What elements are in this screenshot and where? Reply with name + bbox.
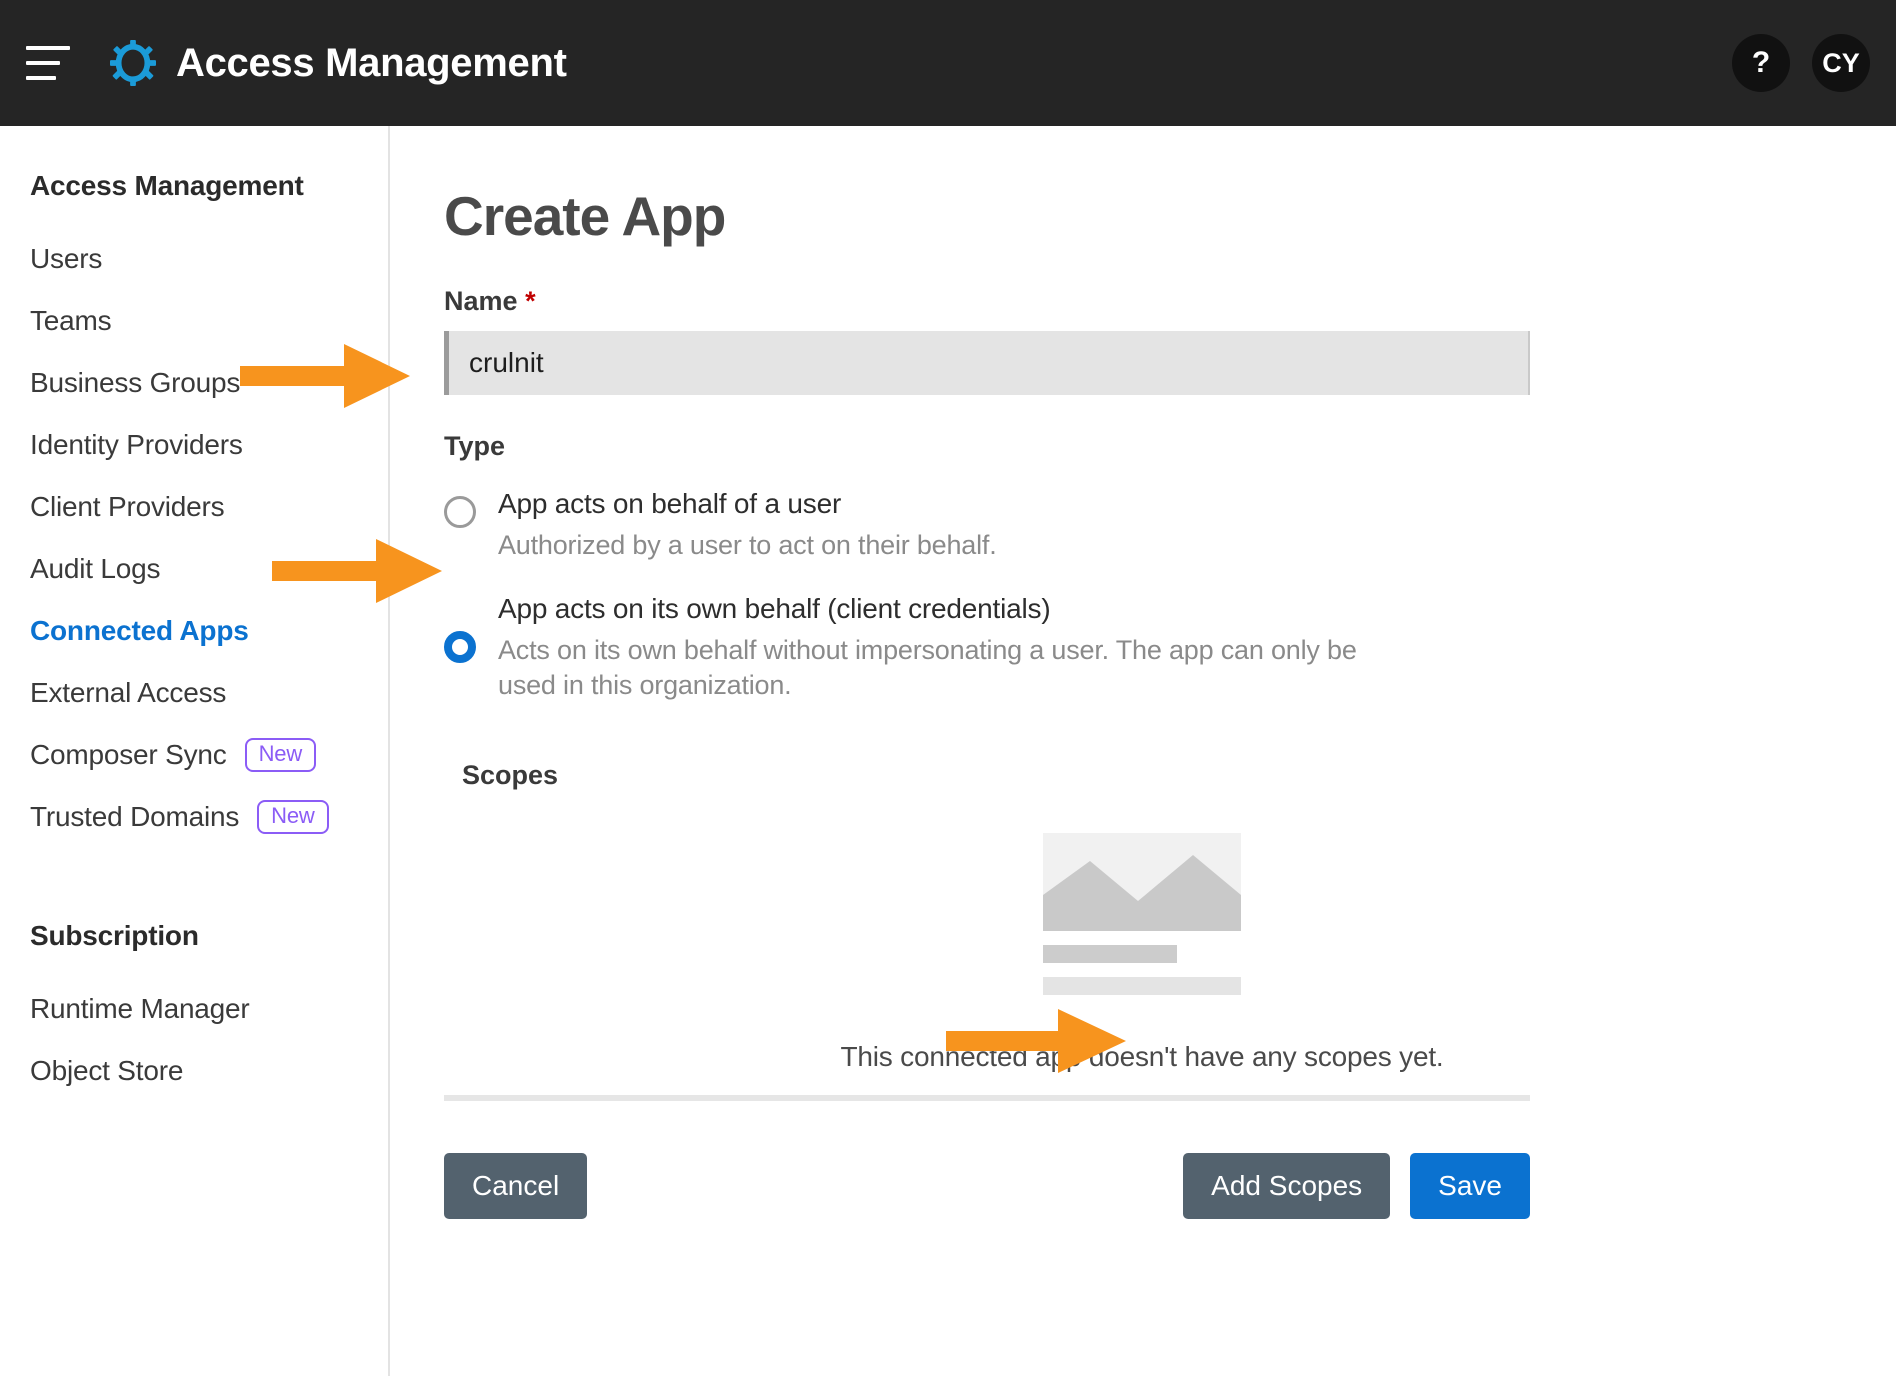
sidebar-item-external-access[interactable]: External Access [0, 662, 388, 724]
sidebar-item-label: Audit Logs [30, 553, 161, 584]
sidebar-item-object-store[interactable]: Object Store [0, 1040, 388, 1102]
sidebar-item-audit-logs[interactable]: Audit Logs [0, 538, 388, 600]
scopes-empty-state: This connected app doesn't have any scop… [444, 833, 1840, 1073]
sidebar-item-composer-sync[interactable]: Composer Sync New [0, 724, 388, 786]
radio-description: Authorized by a user to act on their beh… [498, 530, 997, 561]
sidebar-item-label: Trusted Domains [30, 801, 240, 832]
footer-divider [444, 1095, 1530, 1102]
help-icon[interactable]: ? [1732, 34, 1790, 92]
type-section-label: Type [444, 431, 506, 461]
scopes-section-label: Scopes [462, 760, 559, 791]
sidebar-item-label: Business Groups [30, 367, 241, 398]
hamburger-icon[interactable] [26, 46, 70, 80]
sidebar-item-label: Client Providers [30, 491, 225, 522]
new-badge: New [244, 738, 317, 772]
main-content: Create App Name * Type App acts on behal… [392, 126, 1896, 1376]
sidebar-item-label: Composer Sync [30, 739, 227, 770]
sidebar-item-label: Object Store [30, 1055, 184, 1086]
sidebar-heading-access-management: Access Management [30, 170, 304, 201]
new-badge: New [257, 800, 329, 834]
avatar[interactable]: CY [1812, 34, 1870, 92]
sidebar-item-trusted-domains[interactable]: Trusted Domains New [0, 786, 388, 848]
sidebar-item-label: Teams [30, 305, 112, 336]
gear-icon [110, 40, 156, 86]
sidebar-item-client-providers[interactable]: Client Providers [0, 476, 388, 538]
page-title: Create App [444, 185, 726, 247]
radio-option-client-credentials[interactable]: App acts on its own behalf (client crede… [444, 589, 1840, 702]
scopes-empty-message: This connected app doesn't have any scop… [840, 1041, 1444, 1073]
sidebar-heading-subscription: Subscription [30, 920, 199, 951]
footer-actions: Cancel Add Scopes Save [444, 1153, 1530, 1220]
topbar-actions: ? CY [1732, 0, 1870, 126]
sidebar-item-label: External Access [30, 677, 227, 708]
add-scopes-button[interactable]: Add Scopes [1183, 1153, 1391, 1220]
broken-image-icon [1043, 833, 1241, 996]
sidebar-item-business-groups[interactable]: Business Groups [0, 352, 388, 414]
top-bar: Access Management ? CY [0, 0, 1896, 126]
name-field-label: Name * [444, 286, 1840, 317]
placeholder-image-box [1043, 833, 1241, 932]
sidebar-item-label: Identity Providers [30, 429, 243, 460]
name-input[interactable] [444, 331, 1530, 395]
radio-title: App acts on its own behalf (client crede… [498, 592, 1051, 624]
placeholder-bar-secondary [1043, 977, 1241, 996]
required-marker: * [525, 286, 536, 316]
radio-icon-selected[interactable] [444, 630, 476, 663]
radio-texts: App acts on behalf of a user Authorized … [498, 484, 997, 563]
name-label-text: Name [444, 286, 518, 316]
placeholder-bar-primary [1043, 945, 1177, 964]
app-root: Access Management ? CY Access Management… [0, 0, 1896, 1376]
sidebar-item-label: Users [30, 243, 103, 274]
sidebar-item-teams[interactable]: Teams [0, 290, 388, 352]
radio-icon[interactable] [444, 496, 476, 528]
sidebar-item-connected-apps[interactable]: Connected Apps [0, 600, 388, 662]
radio-option-user-behalf[interactable]: App acts on behalf of a user Authorized … [444, 484, 1840, 563]
sidebar: Access Management Users Teams Business G… [0, 126, 390, 1376]
sidebar-item-runtime-manager[interactable]: Runtime Manager [0, 978, 388, 1040]
sidebar-item-label: Runtime Manager [30, 993, 250, 1024]
cancel-button[interactable]: Cancel [444, 1153, 588, 1220]
save-button[interactable]: Save [1410, 1153, 1530, 1220]
radio-description: Acts on its own behalf without impersona… [498, 635, 1357, 700]
sidebar-item-label: Connected Apps [30, 615, 249, 646]
app-title: Access Management [176, 40, 567, 85]
sidebar-item-users[interactable]: Users [0, 228, 388, 290]
radio-title: App acts on behalf of a user [498, 488, 842, 519]
sidebar-item-identity-providers[interactable]: Identity Providers [0, 414, 388, 476]
radio-texts: App acts on its own behalf (client crede… [498, 589, 1388, 702]
